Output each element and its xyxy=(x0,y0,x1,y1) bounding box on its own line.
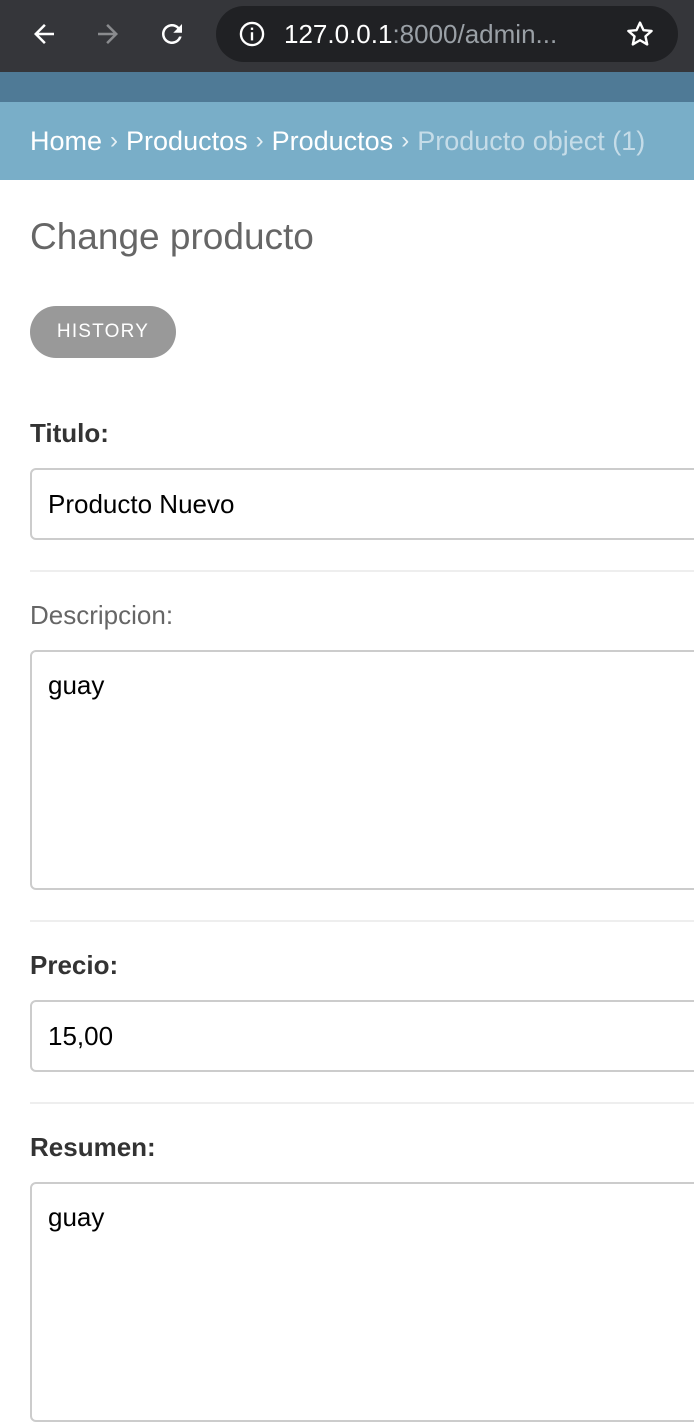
forward-arrow-icon xyxy=(98,24,118,44)
url-host: 127.0.0.1 xyxy=(284,19,393,49)
reload-button[interactable] xyxy=(152,14,192,54)
breadcrumb-app-link[interactable]: Productos xyxy=(126,126,248,157)
url-path: :8000/admin... xyxy=(392,19,558,49)
titulo-label: Titulo: xyxy=(30,418,109,448)
titulo-input[interactable]: Producto Nuevo xyxy=(30,468,694,540)
breadcrumb-current: Producto object (1) xyxy=(417,125,646,156)
breadcrumb-separator: › xyxy=(110,127,119,154)
breadcrumb-home-link[interactable]: Home xyxy=(30,126,102,157)
breadcrumb-model-link[interactable]: Productos xyxy=(272,126,394,157)
page-title: Change producto xyxy=(30,216,314,257)
field-divider xyxy=(30,570,694,572)
field-divider xyxy=(30,1102,694,1104)
star-icon[interactable] xyxy=(624,18,656,50)
resumen-textarea[interactable]: guay xyxy=(30,1182,694,1422)
descripcion-label: Descripcion: xyxy=(30,600,174,630)
forward-button[interactable] xyxy=(88,14,128,54)
address-bar[interactable]: 127.0.0.1:8000/admin... xyxy=(216,6,678,62)
resumen-label: Resumen: xyxy=(30,1132,156,1162)
admin-header xyxy=(0,72,694,102)
back-button[interactable] xyxy=(24,14,64,54)
descripcion-textarea[interactable]: guay xyxy=(30,650,694,890)
browser-toolbar: 127.0.0.1:8000/admin... xyxy=(0,0,694,72)
reload-icon xyxy=(162,24,182,44)
breadcrumb-separator: › xyxy=(255,127,264,154)
history-button[interactable]: HISTORY xyxy=(30,306,176,358)
precio-input[interactable]: 15,00 xyxy=(30,1000,694,1072)
breadcrumb: Home › Productos › Productos › Producto … xyxy=(0,102,694,180)
url-text[interactable]: 127.0.0.1:8000/admin... xyxy=(284,18,614,50)
back-arrow-icon xyxy=(34,24,54,44)
field-divider xyxy=(30,920,694,922)
breadcrumb-separator: › xyxy=(401,127,410,154)
info-icon[interactable] xyxy=(238,20,266,48)
precio-label: Precio: xyxy=(30,950,119,980)
